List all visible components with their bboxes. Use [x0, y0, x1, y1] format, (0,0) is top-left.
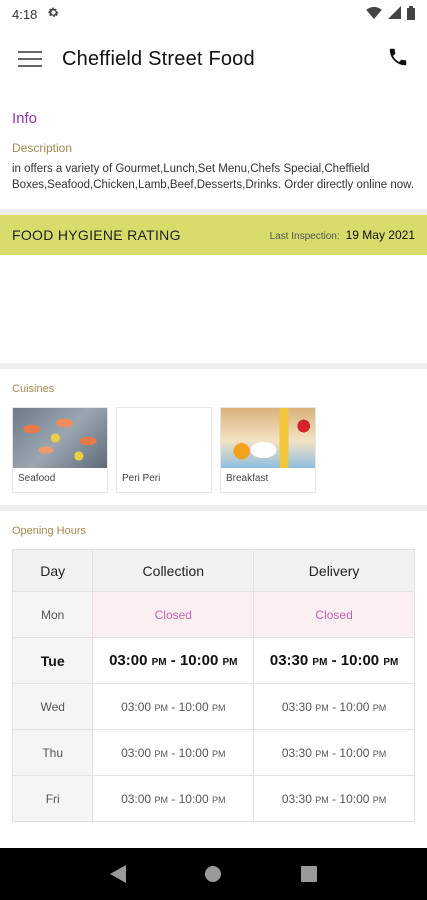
- hygiene-rating-bar: FOOD HYGIENE RATING Last Inspection: 19 …: [0, 215, 427, 255]
- hygiene-title: FOOD HYGIENE RATING: [12, 227, 181, 243]
- cuisines-label: Cuisines: [12, 383, 55, 395]
- day-cell: Tue: [11, 637, 94, 684]
- info-section: Info Description in offers a variety of …: [0, 90, 427, 209]
- opening-hours-section: Opening Hours Day Collection Delivery Mo…: [0, 511, 427, 822]
- home-icon[interactable]: [193, 854, 233, 894]
- day-cell: Wed: [11, 683, 94, 730]
- table-row: Tue 03:00 PM - 10:00 PM 03:30 PM - 10:00…: [11, 637, 415, 684]
- day-cell: Fri: [11, 775, 94, 822]
- cuisine-name: Breakfast: [226, 473, 269, 484]
- app-bar: Cheffield Street Food: [0, 28, 427, 90]
- hygiene-rating-area: [0, 255, 427, 363]
- cuisine-name: Peri Peri: [122, 473, 161, 484]
- table-header-row: Day Collection Delivery: [11, 549, 415, 592]
- table-row: Wed 03:00 PM - 10:00 PM 03:30 PM - 10:00…: [11, 683, 415, 730]
- page-title: Cheffield Street Food: [62, 47, 255, 70]
- day-cell: Mon: [11, 591, 94, 638]
- delivery-cell: 03:30 PM - 10:00 PM: [253, 637, 415, 684]
- hamburger-menu-icon[interactable]: [18, 51, 42, 67]
- day-cell: Thu: [11, 729, 94, 776]
- header-delivery: Delivery: [253, 549, 415, 592]
- signal-icon: [388, 6, 401, 22]
- cuisine-name: Seafood: [18, 473, 56, 484]
- cuisine-card-peri-peri[interactable]: Peri Peri: [116, 407, 212, 493]
- wifi-icon: [366, 6, 382, 22]
- last-inspection-date: 19 May 2021: [345, 228, 415, 242]
- cuisine-card-breakfast[interactable]: Breakfast: [220, 407, 316, 493]
- peri-peri-image: [117, 408, 211, 468]
- collection-cell: 03:00 PM - 10:00 PM: [92, 775, 255, 822]
- delivery-cell: 03:30 PM - 10:00 PM: [253, 775, 415, 822]
- collection-cell: 03:00 PM - 10:00 PM: [92, 637, 255, 684]
- last-inspection-label: Last Inspection:: [269, 231, 340, 242]
- opening-hours-table: Day Collection Delivery Mon Closed Close…: [11, 549, 415, 822]
- cuisine-list: Seafood Peri Peri Breakfast: [12, 407, 415, 493]
- system-nav-bar: [0, 848, 427, 900]
- settings-gear-icon: [47, 6, 60, 22]
- recents-icon[interactable]: [289, 854, 329, 894]
- info-heading: Info: [12, 110, 38, 127]
- delivery-cell: Closed: [253, 591, 415, 638]
- seafood-image: [13, 408, 107, 468]
- table-row: Mon Closed Closed: [11, 591, 415, 638]
- table-row: Fri 03:00 PM - 10:00 PM 03:30 PM - 10:00…: [11, 775, 415, 822]
- collection-cell: 03:00 PM - 10:00 PM: [92, 683, 255, 730]
- delivery-cell: 03:30 PM - 10:00 PM: [253, 729, 415, 776]
- collection-cell: Closed: [92, 591, 255, 638]
- cuisine-card-seafood[interactable]: Seafood: [12, 407, 108, 493]
- breakfast-image: [221, 408, 315, 468]
- header-day: Day: [11, 549, 94, 592]
- phone-icon[interactable]: [387, 46, 409, 73]
- description-text: in offers a variety of Gourmet,Lunch,Set…: [12, 163, 415, 191]
- collection-cell: 03:00 PM - 10:00 PM: [92, 729, 255, 776]
- header-collection: Collection: [92, 549, 255, 592]
- cuisines-section: Cuisines Seafood Peri Peri Breakfast: [0, 369, 427, 505]
- opening-hours-label: Opening Hours: [12, 525, 86, 537]
- description-label: Description: [12, 141, 73, 155]
- delivery-cell: 03:30 PM - 10:00 PM: [253, 683, 415, 730]
- status-time: 4:18: [12, 6, 38, 22]
- back-icon[interactable]: [98, 854, 138, 894]
- status-bar: 4:18: [0, 0, 427, 28]
- table-row: Thu 03:00 PM - 10:00 PM 03:30 PM - 10:00…: [11, 729, 415, 776]
- battery-icon: [407, 5, 415, 23]
